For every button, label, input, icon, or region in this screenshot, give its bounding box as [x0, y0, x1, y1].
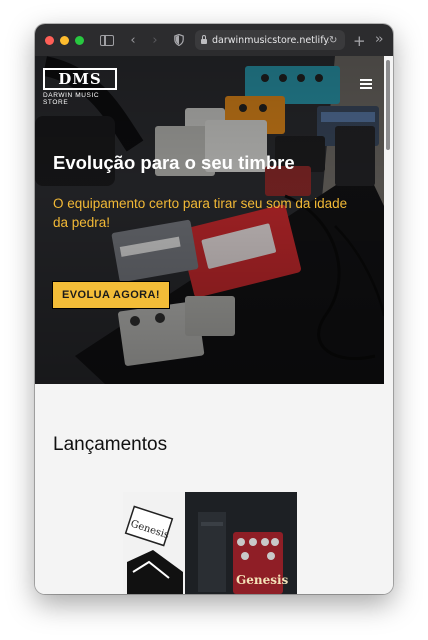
- maximize-window-button[interactable]: [75, 35, 84, 45]
- forward-icon[interactable]: ›: [148, 34, 162, 47]
- hamburger-menu-icon[interactable]: [360, 79, 372, 89]
- hero-banner: DMS DARWIN MUSIC STORE Evolução para o s…: [35, 56, 384, 384]
- address-bar[interactable]: darwinmusicstore.netlify.app ↻: [195, 30, 345, 50]
- url-text: darwinmusicstore.netlify.app: [212, 34, 329, 46]
- shield-icon[interactable]: [172, 34, 186, 46]
- lock-icon: [201, 34, 207, 44]
- more-icon[interactable]: ››: [375, 32, 384, 47]
- product-photo: Genesis Genesis: [123, 492, 297, 594]
- close-window-button[interactable]: [45, 35, 54, 45]
- cta-button[interactable]: EVOLUA AGORA!: [52, 281, 170, 309]
- hero-title: Evolução para o seu timbre: [53, 152, 295, 173]
- browser-toolbar: ‹ › darwinmusicstore.netlify.app ↻ + ››: [35, 24, 393, 56]
- logo-text: DARWIN MUSIC STORE: [43, 92, 100, 106]
- scrollbar-thumb[interactable]: [386, 60, 390, 150]
- product-pedal-label: Genesis: [236, 573, 289, 587]
- new-tab-icon[interactable]: +: [353, 32, 366, 50]
- sidebar-icon[interactable]: [100, 34, 114, 46]
- web-page: DMS DARWIN MUSIC STORE Evolução para o s…: [35, 56, 393, 594]
- window-controls: [45, 35, 84, 45]
- back-icon[interactable]: ‹: [126, 34, 140, 47]
- reload-icon[interactable]: ↻: [329, 35, 341, 46]
- logo-mark: DMS: [43, 68, 117, 90]
- hero-subtitle: O equipamento certo para tirar seu som d…: [53, 196, 348, 230]
- browser-window: ‹ › darwinmusicstore.netlify.app ↻ + ››: [35, 24, 393, 594]
- site-logo[interactable]: DMS DARWIN MUSIC STORE: [43, 68, 121, 106]
- page-scrollbar[interactable]: [385, 58, 391, 594]
- product-image[interactable]: Genesis Genesis: [123, 492, 297, 594]
- minimize-window-button[interactable]: [60, 35, 69, 45]
- section-title-releases: Lançamentos: [53, 434, 168, 455]
